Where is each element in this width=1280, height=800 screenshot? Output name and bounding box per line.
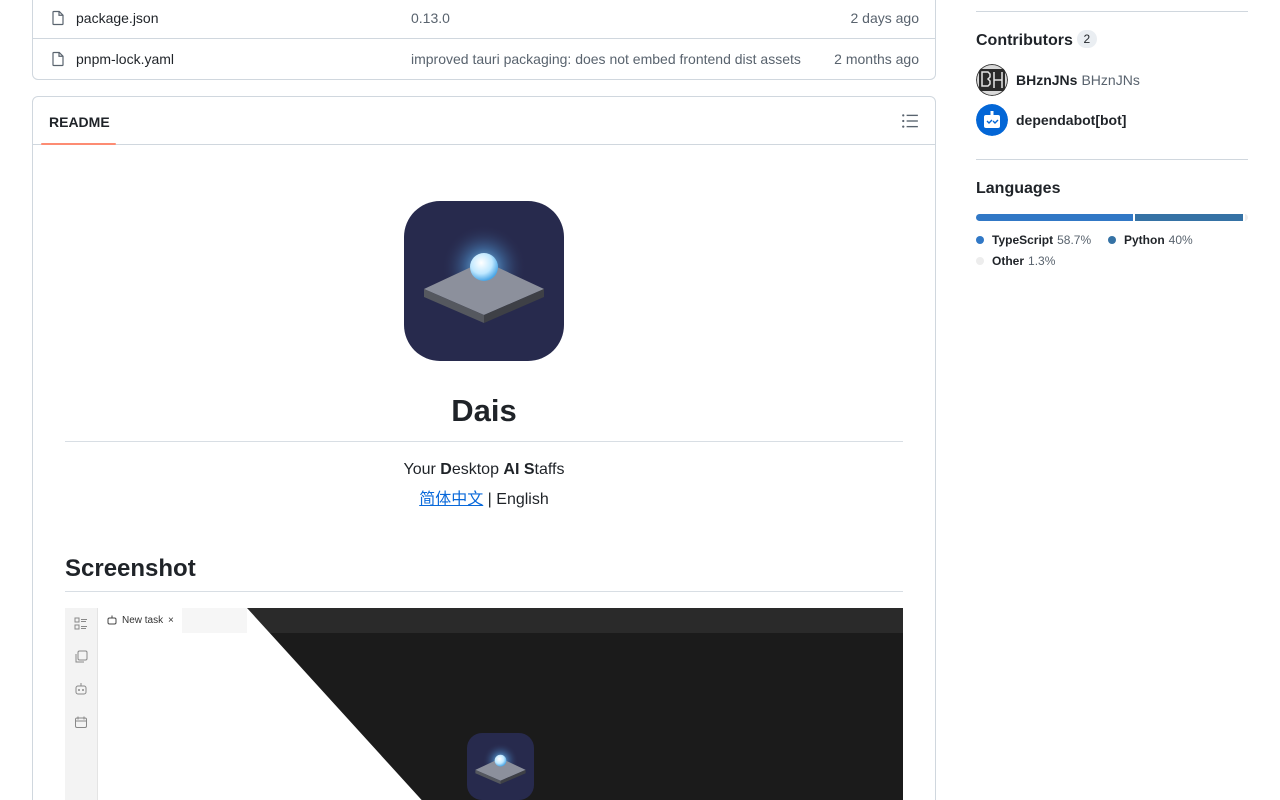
robot-icon xyxy=(75,683,87,695)
tagline-emphasis: S xyxy=(523,461,535,478)
close-icon: × xyxy=(168,615,174,626)
sidebar-divider xyxy=(976,159,1248,160)
commit-date: 2 days ago xyxy=(850,10,920,26)
contributors-count-badge: 2 xyxy=(1076,30,1097,48)
dais-logo-icon xyxy=(467,733,534,800)
language-percent: 1.3% xyxy=(1028,254,1056,268)
language-name: Other xyxy=(992,254,1025,268)
commit-message-link[interactable]: 0.13.0 xyxy=(411,10,450,26)
file-name-link[interactable]: package.json xyxy=(76,10,159,26)
language-name: Python xyxy=(1124,233,1165,247)
file-row[interactable]: pnpm-lock.yaml improved tauri packaging:… xyxy=(33,38,935,78)
contributor-item[interactable]: BHznJNs BHznJNs xyxy=(976,64,1140,96)
language-item[interactable]: TypeScript 58.7% xyxy=(976,233,1091,247)
outline-icon[interactable] xyxy=(901,112,919,130)
language-color-dot xyxy=(976,236,984,244)
commit-message-link[interactable]: improved tauri packaging: does not embed… xyxy=(411,51,801,67)
language-percent: 58.7% xyxy=(1057,233,1092,247)
tagline-emphasis: AI xyxy=(503,461,520,478)
languages-heading: Languages xyxy=(976,180,1061,197)
language-percent: 40% xyxy=(1168,233,1193,247)
language-current: | English xyxy=(483,491,549,508)
file-name-link[interactable]: pnpm-lock.yaml xyxy=(76,51,174,67)
screenshot-tab: New task × xyxy=(98,608,182,633)
tagline-emphasis: D xyxy=(440,461,452,478)
contributor-item[interactable]: dependabot[bot] xyxy=(976,104,1126,136)
avatar[interactable] xyxy=(976,104,1008,136)
tagline: Your Desktop AI Staffs xyxy=(65,461,903,479)
language-bar-segment xyxy=(976,214,1134,221)
robot-icon xyxy=(107,615,117,625)
file-icon xyxy=(52,51,64,67)
contributor-login[interactable]: BHznJNs xyxy=(1016,72,1077,88)
language-name: TypeScript xyxy=(992,233,1054,247)
sidebar-divider xyxy=(976,11,1248,12)
language-switch: 简体中文 | English xyxy=(65,485,903,509)
app-screenshot-image: New task × xyxy=(65,608,903,800)
screenshot-tab-label: New task xyxy=(122,615,164,626)
copy-icon xyxy=(75,650,88,663)
language-item[interactable]: Other 1.3% xyxy=(976,254,1055,268)
language-item[interactable]: Python 40% xyxy=(1108,233,1193,247)
language-color-dot xyxy=(1108,236,1116,244)
language-bar-segment xyxy=(1244,214,1248,221)
readme-panel: README Dais Your Desktop AI Staffs 简体中文 … xyxy=(32,96,936,800)
tagline-text: taffs xyxy=(534,461,565,478)
screenshot-sidebar xyxy=(65,608,98,800)
file-row[interactable]: package.json 0.13.0 2 days ago xyxy=(33,0,935,38)
language-bar-segment xyxy=(1135,214,1243,221)
tab-active-indicator xyxy=(41,143,116,145)
contributor-name: BHznJNs xyxy=(1081,72,1140,88)
dais-logo-icon xyxy=(404,201,564,361)
commit-date: 2 months ago xyxy=(834,50,919,67)
list-icon xyxy=(74,617,87,630)
language-color-dot xyxy=(976,257,984,265)
file-icon xyxy=(52,10,64,26)
page: package.json 0.13.0 2 days ago pnpm-lock… xyxy=(0,0,1280,800)
contributor-login[interactable]: dependabot[bot] xyxy=(1016,112,1126,128)
readme-header: README xyxy=(33,97,935,145)
tab-readme[interactable]: README xyxy=(49,97,110,145)
contributors-heading-label: Contributors xyxy=(976,32,1073,49)
readme-title: Dais xyxy=(451,393,517,428)
file-list: package.json 0.13.0 2 days ago pnpm-lock… xyxy=(32,0,936,80)
tagline-text: Your xyxy=(403,461,441,478)
chinese-readme-link[interactable]: 简体中文 xyxy=(419,491,483,508)
title-divider xyxy=(65,441,903,442)
tagline-text: esktop xyxy=(451,461,504,478)
avatar[interactable] xyxy=(976,64,1008,96)
section-heading-screenshot: Screenshot xyxy=(65,555,196,582)
contributors-heading[interactable]: Contributors 2 xyxy=(976,30,1097,50)
section-divider xyxy=(65,591,903,592)
calendar-icon xyxy=(75,716,87,728)
languages-bar xyxy=(976,214,1248,221)
